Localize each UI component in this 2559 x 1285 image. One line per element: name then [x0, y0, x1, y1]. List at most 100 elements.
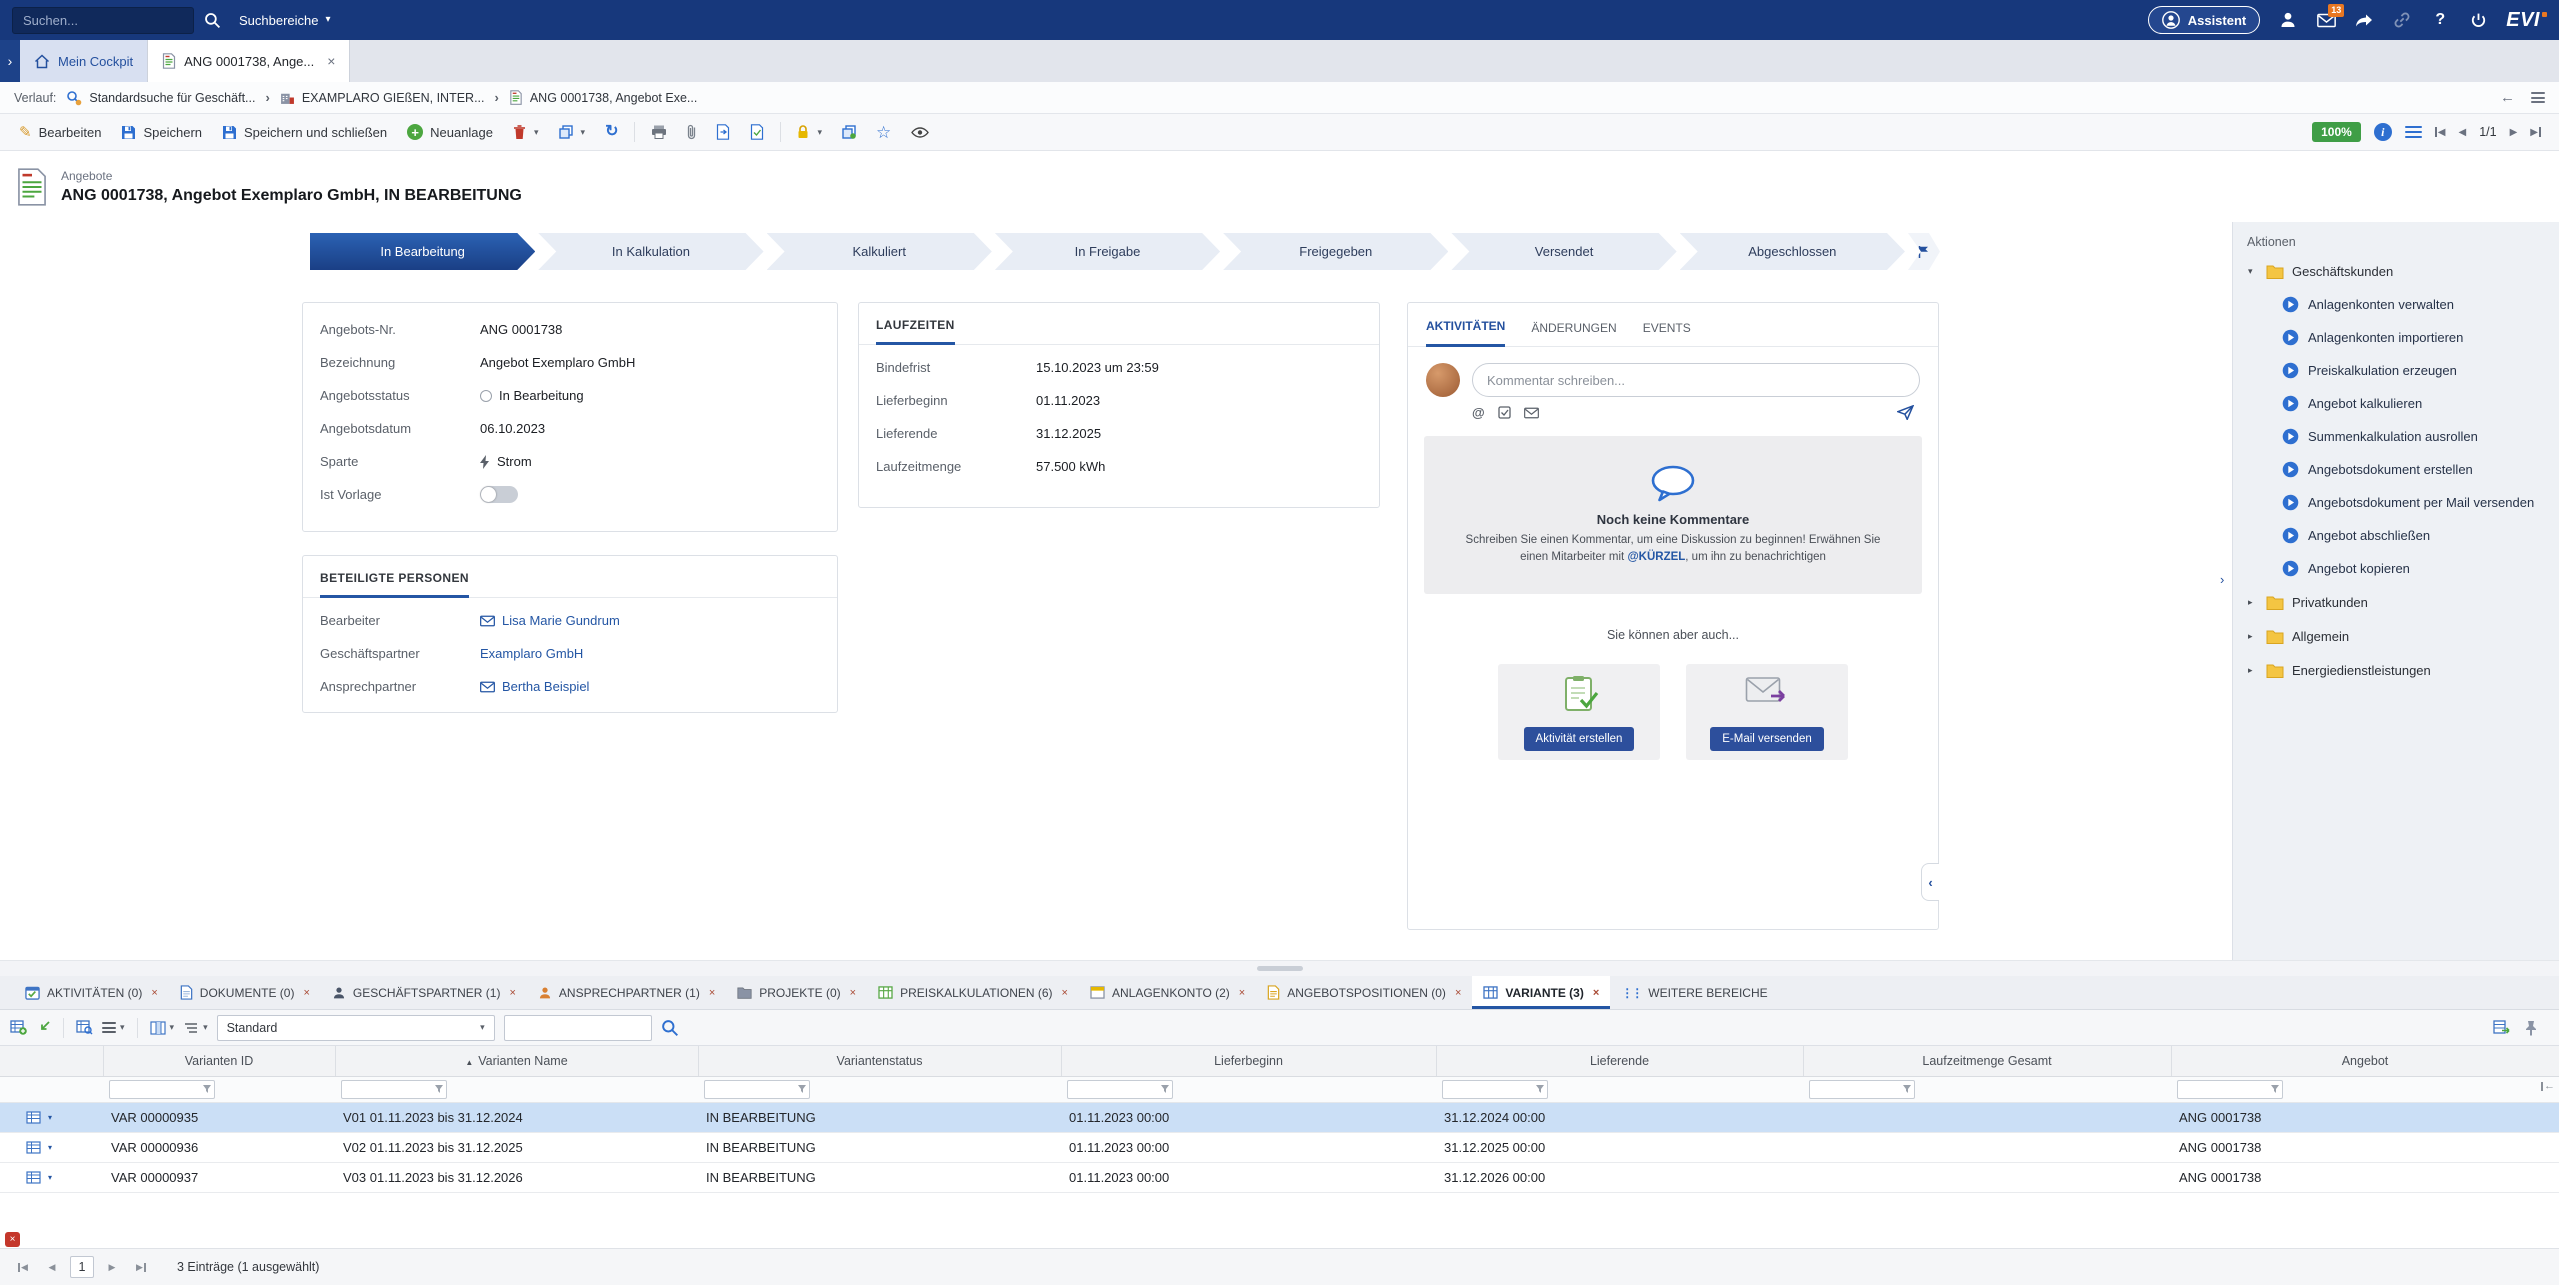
- mail-icon[interactable]: [480, 615, 495, 627]
- table-row[interactable]: ▾ VAR 00000935 V01 01.11.2023 bis 31.12.…: [0, 1102, 2559, 1132]
- status-step-in-freigabe[interactable]: In Freigabe: [995, 233, 1220, 270]
- row-edit-icon[interactable]: [26, 1111, 41, 1124]
- global-search-input[interactable]: [12, 7, 194, 34]
- region-tab-aktivitaeten[interactable]: AKTIVITÄTEN (0) ×: [14, 976, 169, 1009]
- grid-search-icon[interactable]: [661, 1019, 679, 1037]
- create-activity-button[interactable]: Aktivität erstellen: [1524, 727, 1635, 751]
- row-menu-icon[interactable]: ▾: [48, 1143, 52, 1152]
- row-menu-icon[interactable]: ▾: [102, 1022, 125, 1033]
- region-tab-ansprechpartner[interactable]: ANSPRECHPARTNER (1) ×: [527, 976, 726, 1009]
- status-step-abgeschlossen[interactable]: Abgeschlossen: [1680, 233, 1905, 270]
- status-step-freigegeben[interactable]: Freigegeben: [1223, 233, 1448, 270]
- action-group-geschaeftskunden[interactable]: ▾ Geschäftskunden: [2233, 254, 2559, 288]
- export-document-button[interactable]: [707, 118, 739, 147]
- duplicate-button[interactable]: [833, 118, 865, 147]
- previous-page-icon[interactable]: ◀: [41, 1256, 63, 1278]
- action-angebotsdokument-erstellen[interactable]: Angebotsdokument erstellen: [2233, 453, 2559, 486]
- filter-lieferende[interactable]: [1442, 1080, 1548, 1099]
- share-icon[interactable]: [2354, 10, 2374, 30]
- table-row[interactable]: ▾ VAR 00000936 V02 01.11.2023 bis 31.12.…: [0, 1132, 2559, 1162]
- filter-angebot[interactable]: [2177, 1080, 2283, 1099]
- horizontal-splitter[interactable]: [0, 960, 2559, 976]
- table-row[interactable]: ▾ VAR 00000937 V03 01.11.2023 bis 31.12.…: [0, 1162, 2559, 1192]
- new-button[interactable]: + Neuanlage: [398, 118, 502, 147]
- view-select[interactable]: Standard ▾: [217, 1015, 495, 1041]
- status-step-in-bearbeitung[interactable]: In Bearbeitung: [310, 233, 535, 270]
- mail-icon[interactable]: [1524, 407, 1539, 419]
- error-indicator[interactable]: ×: [5, 1232, 20, 1247]
- mail-icon[interactable]: [480, 681, 495, 693]
- sidebar-collapse-icon[interactable]: ›: [2220, 572, 2224, 587]
- region-tab-geschaeftspartner[interactable]: GESCHÄFTSPARTNER (1) ×: [321, 976, 527, 1009]
- notifications-icon[interactable]: 13: [2316, 10, 2336, 30]
- save-button[interactable]: Speichern: [112, 118, 211, 147]
- next-record-icon[interactable]: ▶: [2510, 127, 2518, 138]
- assistant-button[interactable]: Assistent: [2148, 6, 2261, 34]
- menu-icon[interactable]: [2405, 126, 2422, 138]
- last-record-icon[interactable]: ▶: [2530, 127, 2541, 138]
- grouping-icon[interactable]: ▾: [183, 1021, 208, 1035]
- action-anlagenkonten-importieren[interactable]: Anlagenkonten importieren: [2233, 321, 2559, 354]
- close-icon[interactable]: ×: [327, 54, 335, 68]
- report-button[interactable]: [741, 118, 773, 147]
- action-group-energiedienstleistungen[interactable]: ▸ Energiedienstleistungen: [2233, 653, 2559, 687]
- lock-button[interactable]: ▾: [788, 118, 831, 147]
- close-icon[interactable]: ×: [1062, 987, 1068, 999]
- action-summenkalkulation-ausrollen[interactable]: Summenkalkulation ausrollen: [2233, 420, 2559, 453]
- region-tab-projekte[interactable]: PROJEKTE (0) ×: [726, 976, 867, 1009]
- filter-varianten-id[interactable]: [109, 1080, 215, 1099]
- print-button[interactable]: [642, 118, 676, 147]
- filter-variantenstatus[interactable]: [704, 1080, 810, 1099]
- history-menu-icon[interactable]: [2531, 92, 2545, 103]
- collapse-panel-handle[interactable]: ‹: [1921, 863, 1939, 901]
- search-icon[interactable]: [204, 12, 221, 29]
- refresh-button[interactable]: ↻: [596, 118, 627, 147]
- bearbeiter-link[interactable]: Lisa Marie Gundrum: [502, 613, 620, 628]
- first-record-icon[interactable]: ◀: [2435, 127, 2446, 138]
- close-icon[interactable]: ×: [1455, 987, 1461, 999]
- send-icon[interactable]: [1897, 405, 1914, 420]
- grid-pin-icon[interactable]: [2525, 1020, 2537, 1036]
- action-angebot-kalkulieren[interactable]: Angebot kalkulieren: [2233, 387, 2559, 420]
- status-step-in-kalkulation[interactable]: In Kalkulation: [538, 233, 763, 270]
- action-anlagenkonten-verwalten[interactable]: Anlagenkonten verwalten: [2233, 288, 2559, 321]
- geschaeftspartner-link[interactable]: Examplaro GmbH: [480, 646, 583, 661]
- copy-button[interactable]: ▾: [550, 118, 595, 147]
- zoom-badge[interactable]: 100%: [2312, 122, 2361, 142]
- filter-lieferbeginn[interactable]: [1067, 1080, 1173, 1099]
- column-header-lieferende[interactable]: Lieferende: [1436, 1046, 1803, 1076]
- status-step-versendet[interactable]: Versendet: [1451, 233, 1676, 270]
- region-tab-anlagenkonto[interactable]: ANLAGENKONTO (2) ×: [1079, 976, 1256, 1009]
- region-tab-angebotspositionen[interactable]: ANGEBOTSPOSITIONEN (0) ×: [1256, 976, 1472, 1009]
- column-header-laufzeitmenge[interactable]: Laufzeitmenge Gesamt: [1803, 1046, 2171, 1076]
- column-header-angebot[interactable]: Angebot: [2171, 1046, 2559, 1076]
- grid-export-icon[interactable]: [2493, 1020, 2510, 1035]
- edit-button[interactable]: ✎ Bearbeiten: [10, 118, 110, 147]
- favorite-button[interactable]: ☆: [867, 118, 900, 147]
- region-tab-preiskalkulationen[interactable]: PREISKALKULATIONEN (6) ×: [867, 976, 1079, 1009]
- region-tab-dokumente[interactable]: DOKUMENTE (0) ×: [169, 976, 321, 1009]
- attachment-button[interactable]: [678, 118, 705, 147]
- comment-input[interactable]: [1472, 363, 1920, 397]
- first-page-icon[interactable]: ◀: [12, 1256, 34, 1278]
- action-angebotsdokument-per-mail-versenden[interactable]: Angebotsdokument per Mail versenden: [2233, 486, 2559, 519]
- close-icon[interactable]: ×: [151, 987, 157, 999]
- column-header-varianten-id[interactable]: Varianten ID: [103, 1046, 335, 1076]
- send-email-button[interactable]: E-Mail versenden: [1710, 727, 1823, 751]
- preview-button[interactable]: [902, 118, 938, 147]
- tab-angebot[interactable]: ANG 0001738, Ange... ×: [148, 40, 350, 82]
- region-tab-variante[interactable]: VARIANTE (3) ×: [1472, 976, 1610, 1009]
- filter-laufzeitmenge[interactable]: [1809, 1080, 1915, 1099]
- add-row-icon[interactable]: [10, 1020, 27, 1035]
- tab-events[interactable]: EVENTS: [1643, 321, 1691, 346]
- tab-aenderungen[interactable]: ÄNDERUNGEN: [1531, 321, 1616, 346]
- status-step-kalkuliert[interactable]: Kalkuliert: [767, 233, 992, 270]
- pin-column-icon[interactable]: ←: [2541, 1080, 2555, 1092]
- ansprechpartner-link[interactable]: Bertha Beispiel: [502, 679, 589, 694]
- delete-button[interactable]: ▾: [504, 118, 548, 147]
- action-angebot-kopieren[interactable]: Angebot kopieren: [2233, 552, 2559, 585]
- splitter-grip[interactable]: [1257, 966, 1303, 971]
- tab-mein-cockpit[interactable]: Mein Cockpit: [20, 40, 148, 82]
- close-icon[interactable]: ×: [509, 987, 515, 999]
- action-preiskalkulation-erzeugen[interactable]: Preiskalkulation erzeugen: [2233, 354, 2559, 387]
